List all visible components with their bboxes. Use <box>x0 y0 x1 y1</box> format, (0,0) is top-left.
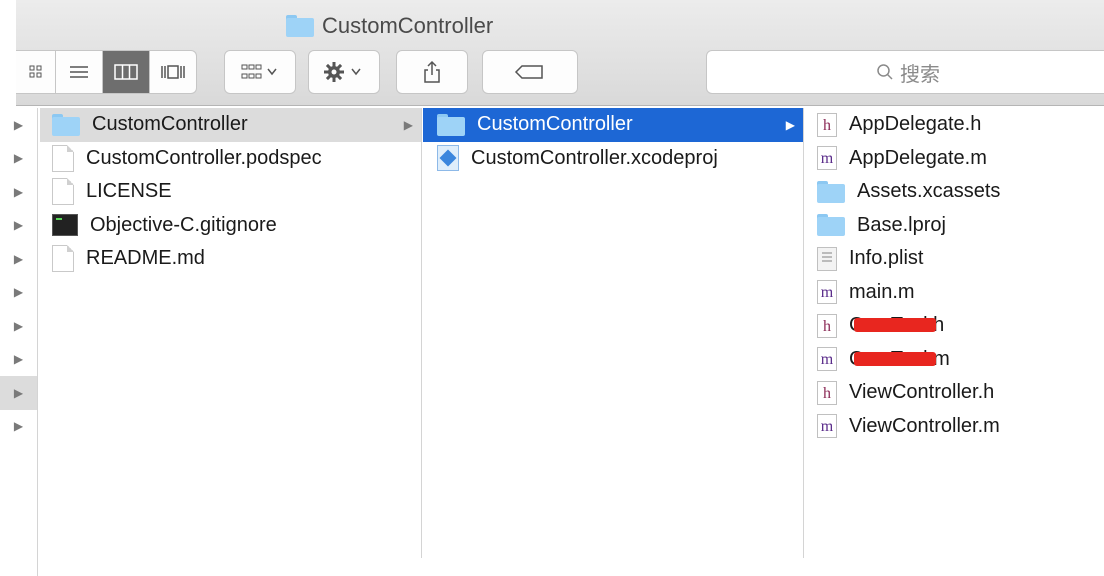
item-label: CustomController <box>477 113 633 136</box>
item-label: main.m <box>849 280 915 303</box>
list-item[interactable]: m Cou Tool.m <box>805 343 1104 377</box>
item-label: AppDelegate.m <box>849 146 987 169</box>
h-source-icon: h <box>817 112 837 137</box>
item-label: ViewController.h <box>849 381 995 404</box>
list-item[interactable]: Info.plist <box>805 242 1104 276</box>
search-icon <box>877 64 893 80</box>
item-label: Assets.xcassets <box>857 180 1001 203</box>
disclosure-arrow[interactable]: ▶ <box>0 276 37 310</box>
view-mode-group <box>16 50 197 94</box>
cover-flow-view-button[interactable] <box>150 50 197 94</box>
m-source-icon: m <box>817 347 837 372</box>
browser-column-2: CustomController ▶ CustomController.xcod… <box>423 108 804 558</box>
h-source-icon: h <box>817 380 837 405</box>
previous-column-strip[interactable]: ▶ ▶ ▶ ▶ ▶ ▶ ▶ ▶ ▶ ▶ <box>0 108 38 576</box>
item-label: CustomController.podspec <box>86 146 322 169</box>
list-item[interactable]: h AppDelegate.h <box>805 108 1104 142</box>
window-title: CustomController <box>286 12 493 40</box>
folder-icon <box>817 180 845 203</box>
cover-flow-view-icon <box>161 65 185 79</box>
disclosure-arrow[interactable]: ▶ <box>0 209 37 243</box>
search-field[interactable]: 搜索 <box>706 50 1104 94</box>
column-view-icon <box>114 64 138 80</box>
h-source-icon: h <box>817 313 837 338</box>
m-source-icon: m <box>817 146 837 171</box>
icon-view-button[interactable] <box>16 50 56 94</box>
list-item[interactable]: h ViewController.h <box>805 376 1104 410</box>
plist-icon <box>817 246 837 271</box>
chevron-right-icon: ▶ <box>403 117 413 132</box>
disclosure-arrow[interactable]: ▶ <box>0 343 37 377</box>
icon-view-icon <box>29 65 41 78</box>
disclosure-arrow[interactable]: ▶ <box>0 410 37 444</box>
browser-column-1: CustomController ▶ CustomController.pods… <box>40 108 422 558</box>
list-item[interactable]: Assets.xcassets <box>805 175 1104 209</box>
folder-icon <box>437 113 465 136</box>
chevron-right-icon: ▶ <box>785 117 795 132</box>
list-item[interactable]: CustomController.xcodeproj <box>423 142 803 176</box>
tag-button[interactable] <box>482 50 578 94</box>
document-icon <box>52 144 74 172</box>
folder-icon <box>817 214 845 237</box>
arrange-button[interactable] <box>224 50 296 94</box>
m-source-icon: m <box>817 414 837 439</box>
list-item[interactable]: m AppDelegate.m <box>805 142 1104 176</box>
item-label: AppDelegate.h <box>849 113 982 136</box>
item-label: ViewController.m <box>849 414 1000 437</box>
toolbar: CustomController 搜索 <box>16 0 1104 106</box>
list-item[interactable]: h Cou Tool.h <box>805 309 1104 343</box>
tag-icon <box>514 65 543 79</box>
item-label: README.md <box>86 247 205 270</box>
disclosure-arrow[interactable]: ▶ <box>0 175 37 209</box>
share-icon <box>424 60 440 83</box>
window-title-text: CustomController <box>322 13 494 38</box>
grid-arrange-icon <box>241 64 277 79</box>
list-item[interactable]: README.md <box>40 242 421 276</box>
disclosure-arrow[interactable]: ▶ <box>0 309 37 343</box>
folder-icon <box>286 15 314 37</box>
list-item[interactable]: m main.m <box>805 276 1104 310</box>
disclosure-arrow[interactable]: ▶ <box>0 242 37 276</box>
item-label: CustomController.xcodeproj <box>471 146 718 169</box>
action-button[interactable] <box>308 50 380 94</box>
folder-icon <box>52 113 80 136</box>
terminal-icon <box>52 214 78 237</box>
disclosure-arrow[interactable]: ▶ <box>0 376 37 410</box>
list-item[interactable]: CustomController ▶ <box>423 108 803 142</box>
xcode-project-icon <box>437 145 459 172</box>
item-label: LICENSE <box>86 180 172 203</box>
item-label: Info.plist <box>849 247 924 270</box>
item-label: CustomController <box>92 113 248 136</box>
redaction-mark <box>854 351 936 366</box>
share-button[interactable] <box>396 50 468 94</box>
finder-window: CustomController 搜索 ▶ ▶ ▶ ▶ ▶ ▶ ▶ ▶ ▶ ▶ … <box>0 0 1104 576</box>
list-item[interactable]: CustomController.podspec <box>40 142 421 176</box>
disclosure-arrow[interactable]: ▶ <box>0 142 37 176</box>
disclosure-arrow[interactable]: ▶ <box>0 108 37 142</box>
column-view-button[interactable] <box>103 50 150 94</box>
redaction-mark <box>854 318 936 332</box>
m-source-icon: m <box>817 280 837 305</box>
gear-icon <box>324 62 361 82</box>
list-item[interactable]: m ViewController.m <box>805 410 1104 444</box>
list-view-icon <box>70 66 88 78</box>
item-label: Objective-C.gitignore <box>90 213 277 236</box>
list-item[interactable]: Base.lproj <box>805 209 1104 243</box>
list-item[interactable]: CustomController ▶ <box>40 108 421 142</box>
list-item[interactable]: Objective-C.gitignore <box>40 209 421 243</box>
document-icon <box>52 178 74 206</box>
list-item[interactable]: LICENSE <box>40 175 421 209</box>
list-view-button[interactable] <box>56 50 103 94</box>
item-label: Base.lproj <box>857 213 946 236</box>
search-placeholder: 搜索 <box>900 63 940 86</box>
browser-column-3: h AppDelegate.h m AppDelegate.m Assets.x… <box>805 108 1104 558</box>
document-icon <box>52 245 74 273</box>
